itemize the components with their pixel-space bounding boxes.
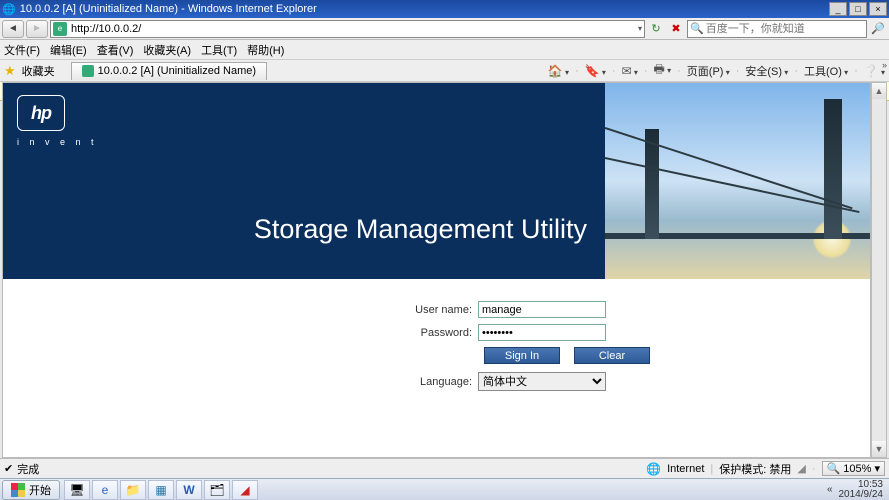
menu-bar: 文件(F) 编辑(E) 查看(V) 收藏夹(A) 工具(T) 帮助(H) (0, 40, 889, 60)
hp-invent-text: i n v e n t (17, 137, 98, 147)
username-input[interactable] (478, 301, 606, 318)
status-text: 完成 (17, 461, 39, 477)
menu-file[interactable]: 文件(F) (4, 42, 40, 58)
bridge-cable (605, 157, 860, 213)
home-button[interactable]: 🏠 (548, 64, 569, 78)
login-area: User name: Password: Sign In Clear Langu… (3, 279, 870, 397)
status-resize-icon[interactable]: ◢ (797, 462, 805, 475)
search-icon: 🔍 (690, 22, 704, 35)
minimize-button[interactable]: _ (829, 2, 847, 16)
tab-title: 10.0.0.2 [A] (Uninitialized Name) (98, 65, 256, 77)
banner: hp i n v e n t Storage Management Utilit… (3, 83, 870, 279)
quicklaunch-ie-icon[interactable]: e (92, 480, 118, 500)
status-done-icon: ✔ (4, 462, 13, 475)
feeds-button[interactable]: 🔖 (585, 64, 606, 78)
refresh-button[interactable]: ↻ (647, 20, 665, 38)
address-box[interactable]: e ▾ (50, 20, 645, 38)
ie-icon: 🌐 (2, 3, 16, 16)
signin-button[interactable]: Sign In (484, 347, 560, 364)
hp-logo: hp i n v e n t (17, 95, 98, 147)
menu-tools[interactable]: 工具(T) (201, 42, 237, 58)
zoom-button[interactable]: 🔍 105% ▾ (822, 461, 885, 476)
language-select[interactable]: 简体中文 (478, 372, 606, 391)
page-menu[interactable]: 页面(P) (687, 63, 730, 79)
scroll-up-button[interactable]: ▲ (872, 83, 886, 99)
zoom-value: 105% (843, 463, 871, 475)
start-button[interactable]: 开始 (2, 480, 60, 500)
back-button[interactable]: ◄ (2, 20, 24, 38)
url-input[interactable] (71, 23, 634, 35)
quicklaunch-pdf-icon[interactable]: ◢ (232, 480, 258, 500)
clock-date: 2014/9/24 (839, 490, 884, 500)
toolbar-chevron-icon[interactable]: » (882, 60, 887, 70)
zone-label[interactable]: Internet (667, 463, 704, 475)
clock[interactable]: 10:53 2014/9/24 (839, 480, 884, 500)
windows-flag-icon (11, 483, 25, 497)
zone-globe-icon: 🌐 (646, 462, 661, 476)
vertical-scrollbar[interactable]: ▲ ▼ (871, 82, 887, 458)
banner-left: hp i n v e n t Storage Management Utilit… (3, 83, 605, 279)
search-go-button[interactable]: 🔎 (869, 20, 887, 38)
quicklaunch-word-icon[interactable]: W (176, 480, 202, 500)
quicklaunch-app1-icon[interactable]: ▦ (148, 480, 174, 500)
window-title: 10.0.0.2 [A] (Uninitialized Name) - Wind… (20, 3, 829, 15)
language-label: Language: (414, 376, 478, 388)
tray-chevron-icon[interactable]: « (827, 484, 833, 495)
tab-favicon-icon (82, 65, 94, 77)
protected-mode-label[interactable]: 保护模式: 禁用 (719, 461, 791, 477)
site-favicon-icon: e (53, 22, 67, 36)
banner-image (605, 83, 870, 279)
favorites-bar: ★ 收藏夹 10.0.0.2 [A] (Uninitialized Name) … (0, 60, 889, 82)
search-box[interactable]: 🔍 (687, 20, 867, 38)
bridge-cable (605, 127, 853, 209)
quicklaunch: 🖥 e 📁 ▦ W 🗂 ◢ (64, 480, 258, 500)
mail-button[interactable]: ✉ (622, 64, 638, 78)
safety-menu[interactable]: 安全(S) (745, 63, 788, 79)
tools-menu[interactable]: 工具(O) (804, 63, 848, 79)
system-tray[interactable]: « 10:53 2014/9/24 (821, 480, 889, 500)
username-label: User name: (414, 304, 478, 316)
menu-favorites[interactable]: 收藏夹(A) (143, 42, 191, 58)
quicklaunch-explorer-icon[interactable]: 📁 (120, 480, 146, 500)
search-input[interactable] (706, 23, 864, 35)
browser-tab[interactable]: 10.0.0.2 [A] (Uninitialized Name) (71, 62, 267, 80)
menu-view[interactable]: 查看(V) (97, 42, 134, 58)
quicklaunch-desktop-icon[interactable]: 🖥 (64, 480, 90, 500)
start-label: 开始 (29, 482, 51, 498)
window-titlebar: 🌐 10.0.0.2 [A] (Uninitialized Name) - Wi… (0, 0, 889, 18)
quicklaunch-app2-icon[interactable]: 🗂 (204, 480, 230, 500)
clear-button[interactable]: Clear (574, 347, 650, 364)
password-label: Password: (414, 327, 478, 339)
hp-logo-mark-icon: hp (17, 95, 65, 131)
command-bar: 🏠 · 🔖 · ✉ · 🖶 · 页面(P) · 安全(S) · 工具(O) · … (548, 60, 885, 81)
print-button[interactable]: 🖶 (654, 60, 672, 81)
address-dropdown-icon[interactable]: ▾ (638, 24, 642, 33)
login-form: User name: Password: Sign In Clear Langu… (414, 301, 734, 397)
menu-edit[interactable]: 编辑(E) (50, 42, 87, 58)
menu-help[interactable]: 帮助(H) (247, 42, 284, 58)
favorites-star-icon[interactable]: ★ (4, 63, 16, 79)
address-bar-row: ◄ ► e ▾ ↻ ✖ 🔍 🔎 (0, 18, 889, 40)
close-button[interactable]: × (869, 2, 887, 16)
status-bar: ✔ 完成 🌐 Internet | 保护模式: 禁用 ◢ · 🔍 105% ▾ (0, 458, 889, 478)
maximize-button[interactable]: □ (849, 2, 867, 16)
scroll-down-button[interactable]: ▼ (872, 441, 886, 457)
bridge-tower-right (824, 99, 842, 239)
password-input[interactable] (478, 324, 606, 341)
clock-time: 10:53 (839, 480, 884, 490)
taskbar: 开始 🖥 e 📁 ▦ W 🗂 ◢ « 10:53 2014/9/24 (0, 478, 889, 500)
page-content: hp i n v e n t Storage Management Utilit… (2, 82, 871, 458)
stop-button[interactable]: ✖ (667, 20, 685, 38)
favorites-label[interactable]: 收藏夹 (22, 63, 55, 79)
forward-button[interactable]: ► (26, 20, 48, 38)
banner-title: Storage Management Utility (254, 214, 587, 245)
